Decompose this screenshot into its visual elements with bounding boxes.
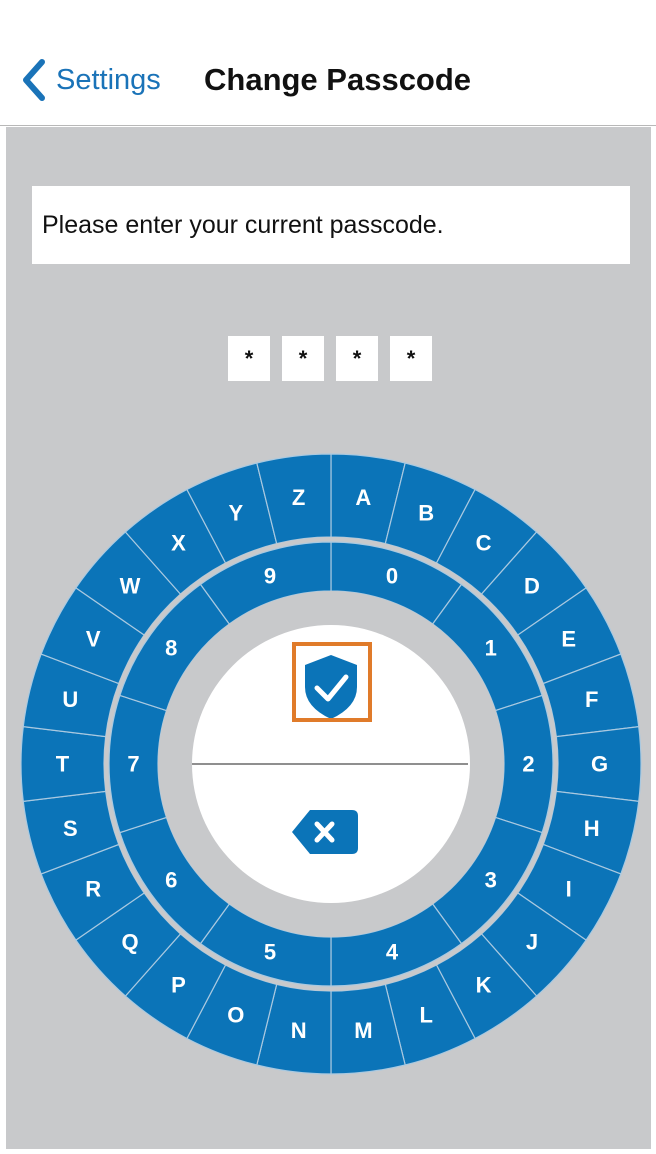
number-key-2[interactable] <box>494 694 554 834</box>
confirm-highlight-frame <box>292 642 372 722</box>
page-title: Change Passcode <box>204 62 472 97</box>
back-button-label: Settings <box>56 64 161 96</box>
letter-key-g[interactable] <box>555 725 642 803</box>
number-key-7[interactable] <box>108 694 168 834</box>
navigation-bar: Settings Change Passcode <box>0 0 656 126</box>
chevron-left-icon <box>23 59 45 101</box>
letter-key-t[interactable] <box>20 725 107 803</box>
change-passcode-screen: Settings Change Passcode Please enter yo… <box>0 0 656 1154</box>
passcode-dial: ABCDEFGHIJKLMNOPQRSTUVWXYZ 0123456789 <box>20 453 642 1075</box>
passcode-panel: Please enter your current passcode. * * … <box>6 127 651 1149</box>
back-button[interactable]: Settings <box>18 54 161 106</box>
